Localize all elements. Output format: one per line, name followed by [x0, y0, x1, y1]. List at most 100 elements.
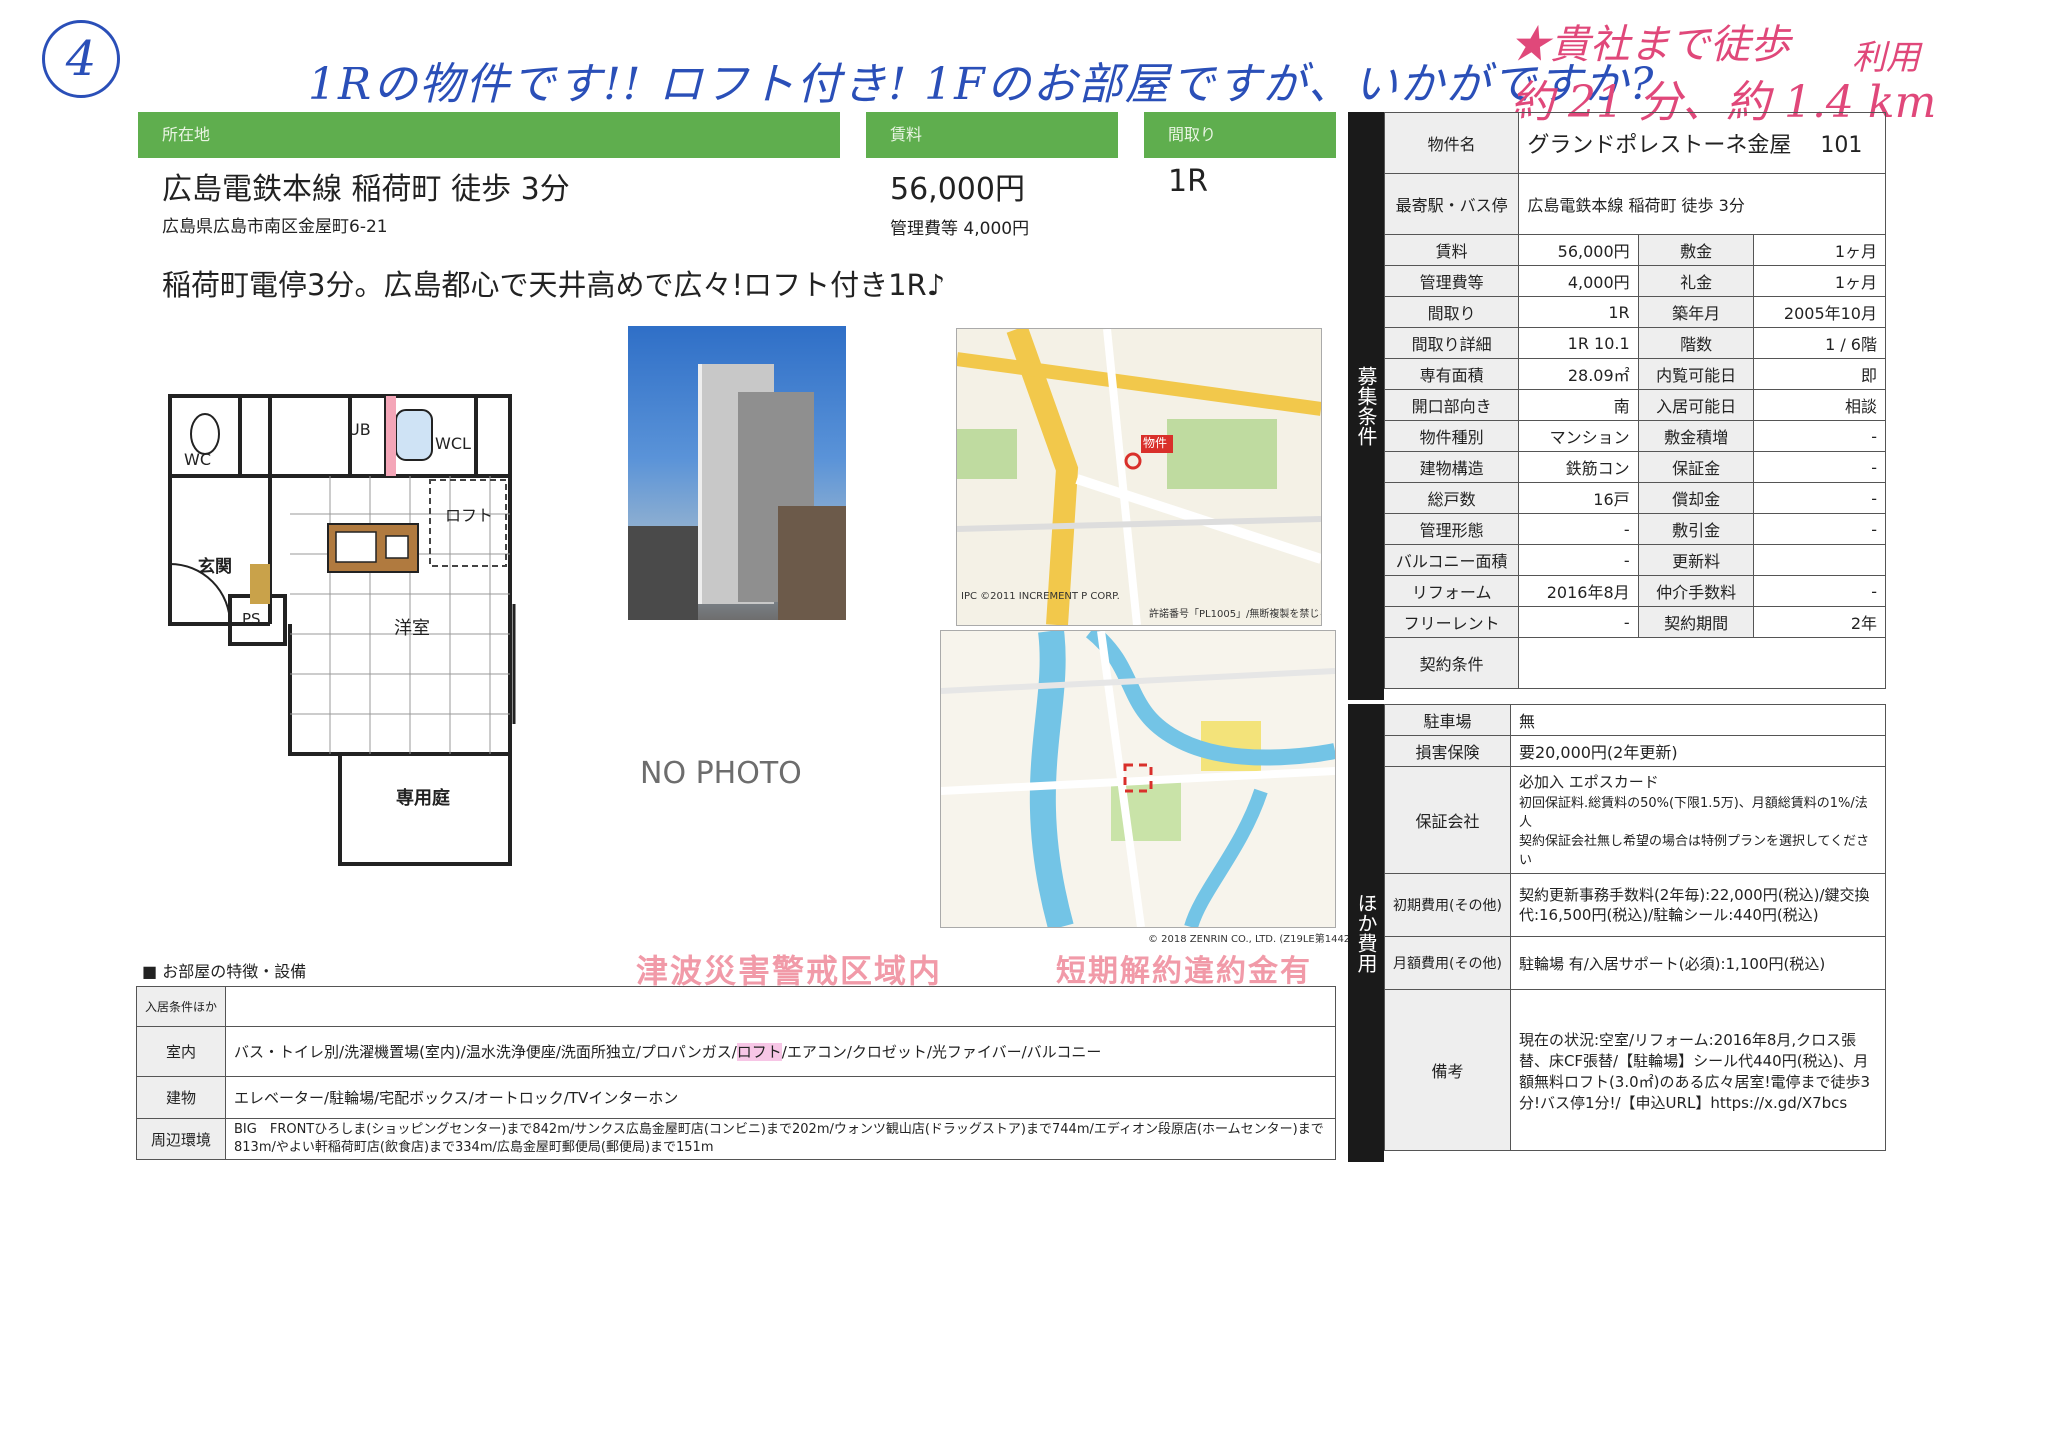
- info-value: 2016年8月: [1518, 575, 1639, 607]
- indoor-text-loft: ロフト: [736, 1043, 782, 1061]
- initial-cost-label: 初期費用(その他): [1384, 873, 1511, 937]
- room-label-ps: PS: [242, 610, 261, 628]
- info-value: 相談: [1753, 389, 1886, 421]
- info-label: バルコニー面積: [1383, 544, 1520, 576]
- info-value: 1R 10.1: [1518, 327, 1639, 359]
- info-label: 仲介手数料: [1637, 575, 1755, 607]
- feature-value-building: エレベーター/駐輪場/宅配ボックス/オートロック/TVインターホン: [225, 1076, 1336, 1119]
- room-label-entrance: 玄関: [198, 557, 232, 577]
- info-value: 即: [1753, 358, 1886, 390]
- info-value: 56,000円: [1518, 234, 1639, 266]
- info-value: 16戸: [1518, 482, 1639, 514]
- stamp-penalty: 短期解約違約金有: [1056, 954, 1312, 989]
- info-value: 1R: [1518, 296, 1639, 328]
- property-info-table: 物件名 グランドポレストーネ金屋 101 最寄駅・バス停 広島電鉄本線 稲荷町 …: [1383, 112, 1886, 689]
- info-label: 賃料: [1383, 234, 1520, 266]
- info-row: 総戸数 16戸 償却金 -: [1383, 482, 1886, 514]
- insurance-value: 要20,000円(2年更新): [1509, 735, 1887, 767]
- feature-label-surroundings: 周辺環境: [135, 1118, 227, 1160]
- indoor-text-after: /エアコン/クロゼット/光ファイバー/バルコニー: [781, 1043, 1102, 1061]
- info-value: 28.09㎡: [1518, 358, 1639, 390]
- features-table: 入居条件ほか 室内 バス・トイレ別/洗濯機置場(室内)/温水洗浄便座/洗面所独立…: [135, 986, 1336, 1160]
- info-value: マンション: [1518, 420, 1639, 452]
- area-map: 物件 IPC ©2011 INCREMENT P CORP. 許諾番号「PL10…: [956, 328, 1322, 626]
- wide-map: [940, 630, 1336, 928]
- info-label: 専有面積: [1383, 358, 1520, 390]
- room-label-wc: WC: [184, 450, 211, 469]
- handwritten-note-red-suffix: 利用: [1852, 38, 1920, 78]
- map-copyright: 許諾番号「PL1005」/無断複製を禁じる: [1149, 609, 1322, 620]
- feature-value-surroundings: BIG FRONTひろしま(ショッピングセンター)まで842m/サンクス広島金屋…: [225, 1118, 1336, 1160]
- info-label: 契約期間: [1637, 606, 1755, 638]
- indoor-text-before: バス・トイレ別/洗濯機置場(室内)/温水洗浄便座/洗面所独立/プロパンガス/: [234, 1043, 737, 1061]
- info-label: 間取り: [1383, 296, 1520, 328]
- remarks-value: 現在の状況:空室/リフォーム:2016年8月,クロス張替、床CF張替/【駐輪場】…: [1509, 989, 1887, 1151]
- info-label: 管理形態: [1383, 513, 1520, 545]
- info-label: 間取り詳細: [1383, 327, 1520, 359]
- info-value: -: [1753, 513, 1886, 545]
- info-label: 敷金積増: [1637, 420, 1755, 452]
- info-value: 1ヶ月: [1753, 265, 1886, 297]
- info-value: -: [1753, 482, 1886, 514]
- monthly-cost-label: 月額費用(その他): [1384, 936, 1511, 990]
- rent-header: 賃料: [866, 112, 1118, 158]
- initial-cost-value: 契約更新事務手数料(2年毎):22,000円(税込)/鍵交換代:16,500円(…: [1509, 873, 1887, 937]
- room-label-ub: UB: [348, 420, 371, 439]
- features-title: ■ お部屋の特徴・設備: [142, 962, 307, 981]
- info-row: 物件種別 マンション 敷金積増 -: [1383, 420, 1886, 452]
- info-value: 2年: [1753, 606, 1886, 638]
- other-costs-sidebar: ほか費用: [1348, 704, 1384, 1162]
- monthly-cost-value: 駐輪場 有/入居サポート(必須):1,100円(税込): [1509, 936, 1887, 990]
- recruit-conditions-sidebar: 募集条件: [1348, 112, 1384, 700]
- insurance-label: 損害保険: [1384, 735, 1511, 767]
- info-row: フリーレント - 契約期間 2年: [1383, 606, 1886, 638]
- info-row: バルコニー面積 - 更新料: [1383, 544, 1886, 576]
- info-label: 敷引金: [1637, 513, 1755, 545]
- layout-type: 1R: [1168, 164, 1208, 199]
- info-label: リフォーム: [1383, 575, 1520, 607]
- info-row: 管理費等 4,000円 礼金 1ヶ月: [1383, 265, 1886, 297]
- handwritten-note-red-line1: ★貴社まで徒歩: [1510, 22, 1790, 68]
- info-value: 2005年10月: [1753, 296, 1886, 328]
- info-label: 建物構造: [1383, 451, 1520, 483]
- catchcopy: 稲荷町電停3分。広島都心で天井高めで広々!ロフト付き1R♪: [162, 268, 946, 302]
- info-value: [1753, 544, 1886, 576]
- management-fee: 管理費等 4,000円: [890, 219, 1030, 239]
- room-label-garden: 専用庭: [396, 788, 450, 809]
- guarantor-label: 保証会社: [1384, 766, 1511, 874]
- wide-map-copyright: © 2018 ZENRIN CO., LTD. (Z19LE第1442号): [1148, 934, 1365, 945]
- property-name-label: 物件名: [1383, 112, 1520, 174]
- contract-conditions: [1518, 637, 1886, 689]
- info-label: 償却金: [1637, 482, 1755, 514]
- guarantor-line1: 必加入 エポスカード: [1518, 773, 1659, 791]
- circled-number-text: 4: [65, 31, 97, 87]
- nearest-station-label: 最寄駅・バス停: [1383, 173, 1520, 235]
- map-pin-label: 物件: [1143, 436, 1168, 450]
- info-row: 専有面積 28.09㎡ 内覧可能日即: [1383, 358, 1886, 390]
- info-value: 1 / 6階: [1753, 327, 1886, 359]
- info-value: -: [1753, 451, 1886, 483]
- no-photo-label: NO PHOTO: [640, 756, 802, 791]
- property-name: グランドポレストーネ金屋 101: [1518, 112, 1886, 174]
- info-label: 総戸数: [1383, 482, 1520, 514]
- info-row: 賃料 56,000円 敷金 1ヶ月: [1383, 234, 1886, 266]
- room-label-loft: ロフト: [445, 506, 494, 525]
- info-label: 保証金: [1637, 451, 1755, 483]
- address: 広島県広島市南区金屋町6-21: [162, 217, 388, 237]
- guarantor-line2: 初回保証料.総賃料の50%(下限1.5万)、月額総賃料の1%/法人: [1518, 796, 1868, 830]
- info-label: 物件種別: [1383, 420, 1520, 452]
- info-value: -: [1753, 575, 1886, 607]
- nearest-station: 広島電鉄本線 稲荷町 徒歩 3分: [1518, 173, 1886, 235]
- feature-value-indoor: バス・トイレ別/洗濯機置場(室内)/温水洗浄便座/洗面所独立/プロパンガス/ロフ…: [225, 1026, 1336, 1077]
- info-value: 1ヶ月: [1753, 234, 1886, 266]
- info-value: -: [1518, 513, 1639, 545]
- info-row: 間取り 1R 築年月 2005年10月: [1383, 296, 1886, 328]
- room-label-western: 洋室: [394, 618, 430, 639]
- parking-value: 無: [1509, 704, 1887, 736]
- info-label: 更新料: [1637, 544, 1755, 576]
- circled-number: 4: [42, 20, 120, 98]
- info-row: 開口部向き南入居可能日 相談: [1383, 389, 1886, 421]
- costs-table: 駐車場 無 損害保険 要20,000円(2年更新) 保証会社 必加入 エポスカー…: [1384, 704, 1887, 1151]
- handwritten-note-blue: 1Rの物件です!! ロフト付き! 1Fのお部屋ですが、いかがですか?: [308, 59, 1656, 110]
- contract-conditions-label: 契約条件: [1383, 637, 1520, 689]
